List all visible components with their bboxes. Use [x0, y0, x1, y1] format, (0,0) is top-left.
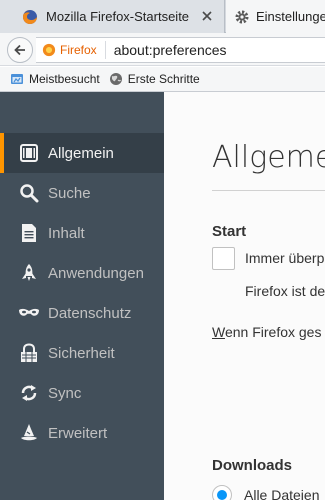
globe-icon — [109, 73, 122, 85]
downloads-heading: Downloads — [212, 457, 293, 474]
category-inhalt[interactable]: Inhalt — [0, 213, 164, 253]
category-label: Datenschutz — [48, 304, 132, 322]
bookmark-label: Meistbesucht — [29, 72, 100, 86]
startup-behavior-label: Wenn Firefox ges — [212, 324, 321, 340]
category-suche[interactable]: Suche — [0, 173, 164, 213]
default-browser-status: Firefox ist de — [245, 283, 325, 299]
category-allgemein[interactable]: Allgemein — [0, 133, 164, 173]
category-erweitert[interactable]: Erweitert — [0, 413, 164, 453]
url-text[interactable]: about:preferences — [114, 42, 227, 58]
tab-firefox-startseite[interactable]: Mozilla Firefox-Startseite — [0, 0, 225, 33]
back-button[interactable] — [7, 37, 33, 63]
navigation-toolbar: Firefox about:preferences — [0, 33, 325, 66]
applications-icon — [18, 262, 40, 284]
accesskey-letter: W — [212, 324, 225, 340]
advanced-wizard-hat-icon — [18, 422, 40, 444]
default-browser-checkbox-label[interactable]: Immer überp — [245, 250, 324, 266]
tab-title: Einstellungen — [256, 9, 325, 24]
category-sync[interactable]: Sync — [0, 373, 164, 413]
sync-icon — [18, 382, 40, 404]
bookmarks-toolbar: Meistbesucht Erste Schritte — [0, 67, 325, 92]
content-icon — [18, 222, 40, 244]
save-files-radio[interactable] — [212, 485, 232, 500]
tab-einstellungen[interactable]: Einstellungen — [226, 0, 325, 33]
firefox-icon — [23, 9, 37, 24]
category-anwendungen[interactable]: Anwendungen — [0, 253, 164, 293]
category-datenschutz[interactable]: Datenschutz — [0, 293, 164, 333]
identity-box[interactable]: Firefox — [36, 41, 106, 59]
startup-heading: Start — [212, 223, 247, 240]
privacy-mask-icon — [18, 302, 40, 324]
gear-icon — [235, 10, 249, 23]
category-sicherheit[interactable]: Sicherheit — [0, 333, 164, 373]
bookmark-meistbesucht[interactable]: Meistbesucht — [10, 72, 100, 86]
tab-strip: Mozilla Firefox-Startseite Einstellungen — [0, 0, 325, 33]
bookmarks-folder-icon — [11, 74, 23, 84]
close-icon[interactable] — [200, 9, 214, 23]
tab-title: Mozilla Firefox-Startseite — [46, 9, 190, 24]
category-label: Sync — [48, 384, 82, 402]
search-icon — [18, 182, 40, 204]
page-title: Allgemein — [212, 140, 325, 175]
category-label: Sicherheit — [48, 344, 115, 362]
general-icon — [18, 142, 40, 164]
firefox-icon — [42, 43, 56, 57]
category-label: Suche — [48, 184, 91, 202]
category-label: Anwendungen — [48, 264, 144, 282]
startup-behavior-text: enn Firefox ges — [224, 324, 322, 340]
back-arrow-icon — [14, 44, 25, 56]
category-label: Inhalt — [48, 224, 85, 242]
radio-selected-dot — [217, 490, 227, 500]
bookmark-label: Erste Schritte — [127, 72, 200, 86]
save-files-radio-label[interactable]: Alle Dateien — [244, 487, 320, 500]
preferences-sidebar: Allgemein Suche Inhalt Anwendungen Daten… — [0, 92, 164, 500]
url-bar[interactable]: Firefox about:preferences — [36, 37, 325, 63]
bookmark-erste-schritte[interactable]: Erste Schritte — [109, 72, 200, 86]
category-label: Allgemein — [48, 144, 114, 162]
title-divider — [212, 190, 325, 191]
default-browser-checkbox[interactable] — [212, 247, 235, 270]
identity-label: Firefox — [60, 43, 97, 57]
security-lock-icon — [18, 342, 40, 364]
preferences-content: Allgemein Start Immer überp Firefox ist … — [164, 92, 325, 500]
category-label: Erweitert — [48, 424, 108, 442]
